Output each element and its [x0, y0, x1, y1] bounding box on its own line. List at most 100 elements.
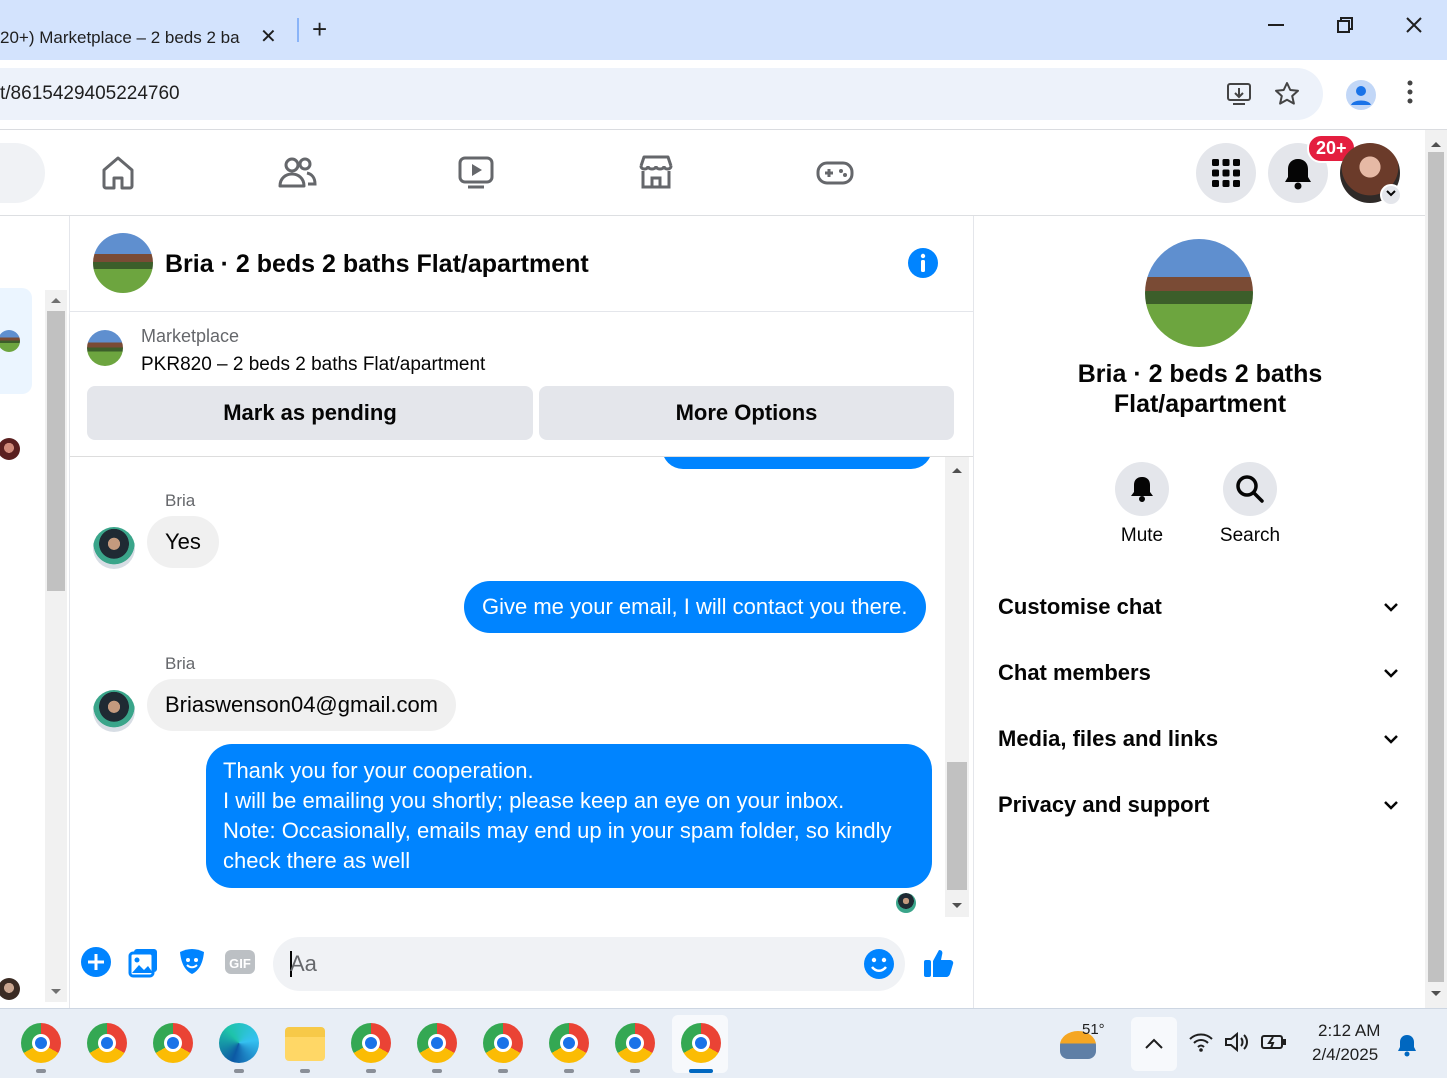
notification-bell-icon[interactable]: [1396, 1033, 1418, 1062]
file-explorer-icon[interactable]: [285, 1027, 325, 1061]
mark-as-pending-button[interactable]: Mark as pending: [87, 386, 533, 440]
message-input[interactable]: Aa: [273, 937, 905, 991]
chrome-app-icon[interactable]: [483, 1023, 523, 1063]
message-line: I will be emailing you shortly; please k…: [223, 788, 845, 813]
tab-separator: [297, 18, 299, 42]
running-indicator: [36, 1069, 46, 1073]
customise-chat-section[interactable]: Customise chat: [998, 588, 1402, 628]
battery-icon[interactable]: [1260, 1031, 1288, 1058]
page-scroll-thumb[interactable]: [1428, 152, 1444, 982]
new-tab-button[interactable]: +: [312, 14, 327, 45]
listing-thumbnail[interactable]: [87, 330, 123, 366]
mute-label: Mute: [1120, 525, 1164, 546]
marketplace-icon[interactable]: [636, 152, 676, 192]
restore-icon: [1337, 17, 1353, 33]
outgoing-message-bubble[interactable]: Give me your email, I will contact you t…: [464, 581, 926, 633]
seen-receipt-avatar: [896, 893, 916, 913]
outgoing-message-bubble[interactable]: Thank you for your cooperation. I will b…: [206, 744, 932, 888]
bell-icon: [1131, 477, 1153, 502]
friends-icon[interactable]: [277, 152, 317, 192]
conversation-title-line: Flat/apartment: [1113, 390, 1287, 418]
thumbs-up-icon[interactable]: [922, 946, 956, 980]
section-label: Customise chat: [998, 594, 1162, 619]
volume-icon[interactable]: [1224, 1031, 1252, 1058]
running-indicator: [432, 1069, 442, 1073]
show-hidden-icons-button[interactable]: [1131, 1017, 1177, 1071]
chat-members-section[interactable]: Chat members: [998, 654, 1402, 694]
menu-grid-button[interactable]: [1196, 143, 1256, 203]
account-chevron-down-icon[interactable]: [1380, 184, 1402, 206]
minimize-button[interactable]: [1261, 14, 1291, 40]
clock-time[interactable]: 2:12 AM: [1318, 1021, 1380, 1041]
incoming-message-bubble[interactable]: Briaswenson04@gmail.com: [147, 679, 457, 731]
running-indicator: [366, 1069, 376, 1073]
bookmark-star-icon[interactable]: [1273, 80, 1301, 108]
incoming-message-bubble[interactable]: Yes: [147, 516, 219, 568]
chat-list-avatar[interactable]: [0, 438, 20, 460]
message-scroll-thumb[interactable]: [947, 762, 967, 890]
browser-tab[interactable]: 20+) Marketplace – 2 beds 2 ba ✕: [0, 8, 290, 60]
chrome-app-icon[interactable]: [615, 1023, 655, 1063]
sticker-icon[interactable]: [176, 946, 208, 978]
clock-date[interactable]: 2/4/2025: [1312, 1045, 1378, 1065]
chat-list-scroll-thumb[interactable]: [47, 311, 65, 591]
search-button[interactable]: [1223, 462, 1277, 516]
chrome-app-icon[interactable]: [351, 1023, 391, 1063]
facebook-search-box[interactable]: [0, 143, 45, 203]
gaming-icon[interactable]: [815, 152, 855, 192]
url-text[interactable]: t/8615429405224760: [0, 83, 180, 105]
running-indicator: [630, 1069, 640, 1073]
chat-title[interactable]: Bria · 2 beds 2 baths Flat/apartment: [165, 250, 589, 279]
add-plus-icon[interactable]: [80, 946, 112, 978]
sender-avatar[interactable]: [93, 527, 135, 569]
chrome-app-icon[interactable]: [21, 1023, 61, 1063]
edge-app-icon[interactable]: [219, 1023, 259, 1063]
sender-avatar[interactable]: [93, 690, 135, 732]
watch-video-icon[interactable]: [456, 152, 496, 192]
chrome-app-icon[interactable]: [417, 1023, 457, 1063]
minimize-icon: [1268, 24, 1284, 26]
chat-avatar[interactable]: [93, 233, 153, 293]
scroll-down-arrow-icon: [1431, 991, 1441, 996]
chat-list-avatar[interactable]: [0, 978, 20, 1000]
close-icon: [1406, 17, 1422, 33]
close-window-button[interactable]: [1399, 14, 1429, 40]
marketplace-label: Marketplace: [141, 326, 240, 346]
section-label: Media, files and links: [998, 726, 1219, 751]
search-label: Search: [1219, 525, 1281, 546]
install-app-icon[interactable]: [1225, 80, 1253, 108]
section-label: Privacy and support: [998, 792, 1210, 817]
restore-button[interactable]: [1330, 14, 1360, 40]
chrome-app-icon-active[interactable]: [681, 1023, 721, 1063]
more-options-button[interactable]: More Options: [539, 386, 954, 440]
message-thread: Bria Yes Give me your email, I will cont…: [70, 457, 973, 919]
conversation-avatar[interactable]: [1145, 239, 1253, 347]
conversation-details-panel: Bria · 2 beds 2 baths Flat/apartment Mut…: [973, 216, 1425, 1008]
chevron-down-icon: [1380, 728, 1402, 750]
chrome-app-icon[interactable]: [549, 1023, 589, 1063]
photo-gallery-icon[interactable]: [128, 946, 160, 978]
running-indicator: [498, 1069, 508, 1073]
omnibox[interactable]: t/8615429405224760: [0, 68, 1323, 120]
tab-close-icon[interactable]: ✕: [260, 24, 277, 49]
windows-taskbar: 51° 2:12 AM 2/4/2025: [0, 1008, 1447, 1078]
conversation-title: Bria · 2 beds 2 baths Flat/apartment: [1034, 359, 1366, 419]
mute-button[interactable]: [1115, 462, 1169, 516]
listing-title[interactable]: PKR820 – 2 beds 2 baths Flat/apartment: [141, 354, 485, 376]
emoji-icon[interactable]: [863, 948, 895, 980]
message-sender: Bria: [165, 491, 196, 510]
weather-temperature[interactable]: 51°: [1082, 1021, 1105, 1038]
svg-text:GIF: GIF: [229, 956, 251, 971]
media-files-links-section[interactable]: Media, files and links: [998, 720, 1402, 760]
chrome-app-icon[interactable]: [153, 1023, 193, 1063]
browser-menu-icon[interactable]: [1407, 80, 1413, 110]
privacy-support-section[interactable]: Privacy and support: [998, 786, 1402, 826]
gif-icon[interactable]: GIF: [224, 946, 256, 978]
info-icon[interactable]: [907, 247, 939, 279]
chrome-app-icon[interactable]: [87, 1023, 127, 1063]
browser-profile-icon[interactable]: [1346, 80, 1376, 110]
scroll-up-arrow-icon: [1431, 142, 1441, 147]
chevron-down-icon: [1380, 596, 1402, 618]
home-icon[interactable]: [98, 152, 138, 192]
wifi-icon[interactable]: [1188, 1031, 1214, 1058]
